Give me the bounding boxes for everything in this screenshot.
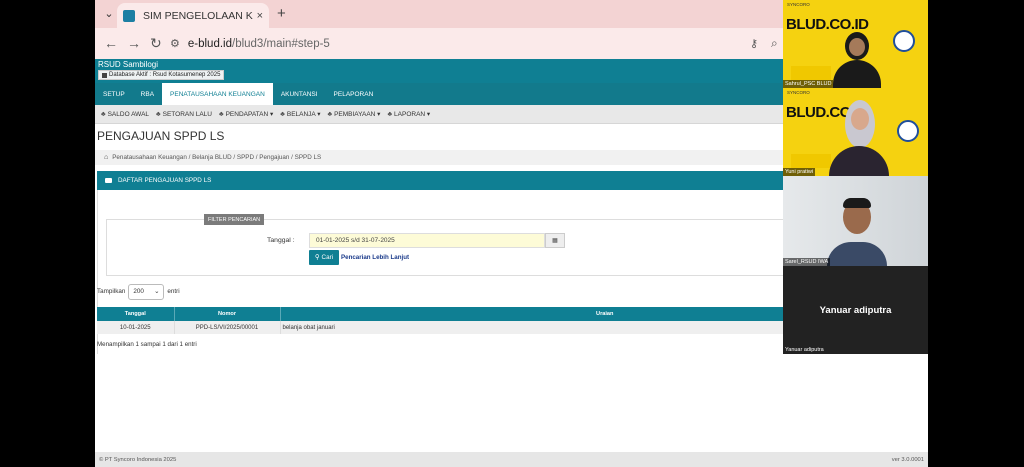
column-header-nomor[interactable]: Nomor bbox=[174, 307, 281, 321]
reload-button[interactable]: ↻ bbox=[150, 35, 162, 52]
tab-close-button[interactable]: × bbox=[257, 10, 263, 22]
participant-body bbox=[833, 60, 881, 88]
nav-penatausahaan-keuangan[interactable]: PENATAUSAHAAN KEUANGAN bbox=[162, 83, 273, 105]
search-icon: ⚲ bbox=[314, 254, 320, 261]
participant-face bbox=[851, 108, 869, 130]
subnav-pembiayaan[interactable]: ♣ PEMBIAYAAN ▾ bbox=[327, 110, 380, 119]
page-length-control: Tampilkan 200 ⌄ entri bbox=[97, 283, 180, 300]
participant-face bbox=[849, 38, 865, 56]
tile-topline: SYNCORO bbox=[787, 2, 810, 7]
video-tile-1[interactable]: SYNCORO BLUD.CO.ID Sahrul_PSC BLUD bbox=[783, 0, 928, 88]
app-title: RSUD Sambilogi bbox=[98, 60, 159, 69]
address-bar[interactable]: ⚙ e-blud.id/blud3/main#step-5 bbox=[170, 32, 790, 55]
footer-copyright: © PT Syncoro Indonesia 2025 bbox=[99, 456, 177, 463]
participant-hair bbox=[843, 198, 871, 208]
favicon-icon bbox=[123, 9, 135, 22]
nav-rba[interactable]: RBA bbox=[133, 83, 162, 105]
calendar-button[interactable]: ▦ bbox=[545, 233, 565, 248]
tab-search-button[interactable]: ⌄ bbox=[101, 7, 117, 21]
browser-tab[interactable]: SIM PENGELOLAAN KEUANGAN × bbox=[117, 3, 269, 28]
subnav-saldo-awal[interactable]: ♣ SALDO AWAL bbox=[101, 111, 149, 118]
nav-pelaporan[interactable]: PELAPORAN bbox=[326, 83, 382, 105]
advanced-search-link[interactable]: Pencarian Lebih Lanjut bbox=[341, 254, 409, 261]
video-tile-3[interactable]: Sarel_RSUD IWA bbox=[783, 176, 928, 266]
page-title: PENGAJUAN SPPD LS bbox=[97, 129, 225, 143]
cell-tanggal: 10-01-2025 bbox=[97, 321, 175, 334]
tab-title: SIM PENGELOLAAN KEUANGAN bbox=[143, 9, 253, 22]
cubes-icon: ♣ bbox=[327, 110, 333, 118]
participant-display-name: Yanuar adiputra bbox=[819, 304, 892, 316]
breadcrumb-text: Penatausahaan Keuangan / Belanja BLUD / … bbox=[112, 154, 322, 161]
footer-version: ver 3.0.0001 bbox=[891, 456, 924, 463]
badge-logo bbox=[897, 120, 919, 142]
nav-setup[interactable]: SETUP bbox=[95, 83, 133, 105]
tile-brand-logo: BLUD.CO.ID bbox=[786, 16, 869, 33]
chevron-down-icon: ⌄ bbox=[154, 288, 160, 295]
search-button[interactable]: ⚲ Cari bbox=[309, 250, 339, 265]
table-info: Menampilkan 1 sampai 1 dari 1 entri bbox=[97, 341, 197, 348]
column-header-tanggal[interactable]: Tanggal bbox=[97, 307, 175, 321]
back-button[interactable]: ← bbox=[104, 35, 118, 51]
panel-title: DAFTAR PENGAJUAN SPPD LS bbox=[118, 177, 212, 184]
new-tab-button[interactable]: + bbox=[277, 5, 286, 22]
app-footer: © PT Syncoro Indonesia 2025 ver 3.0.0001 bbox=[95, 452, 928, 467]
participant-name: Yuni pratiwi bbox=[783, 168, 816, 176]
participant-name: Yanuar adiputra bbox=[785, 347, 824, 353]
zoom-icon[interactable]: ⌕ bbox=[771, 36, 778, 51]
tanggal-label: Tanggal : bbox=[267, 237, 295, 244]
forward-button[interactable]: → bbox=[127, 35, 141, 51]
site-info-icon[interactable]: ⚙ bbox=[170, 37, 180, 50]
cubes-icon: ♣ bbox=[156, 110, 161, 118]
calendar-icon: ▦ bbox=[552, 238, 558, 244]
tile-sticker bbox=[791, 66, 831, 80]
home-icon[interactable]: ⌂ bbox=[104, 154, 108, 161]
page-length-select[interactable]: 200 ⌄ bbox=[128, 283, 165, 300]
cubes-icon: ♣ bbox=[218, 110, 224, 118]
filter-legend: FILTER PENCARIAN bbox=[204, 214, 265, 225]
tile-brand-logo: BLUD.CO bbox=[786, 104, 851, 121]
cubes-icon: ♣ bbox=[387, 110, 393, 118]
subnav-pendapatan[interactable]: ♣ PENDAPATAN ▾ bbox=[218, 110, 273, 119]
video-tile-2[interactable]: SYNCORO BLUD.CO Yuni pratiwi bbox=[783, 88, 928, 176]
nav-akuntansi[interactable]: AKUNTANSI bbox=[273, 83, 326, 105]
cubes-icon: ♣ bbox=[101, 110, 106, 118]
password-key-icon[interactable]: ⚷ bbox=[750, 37, 758, 50]
folder-open-icon bbox=[105, 178, 112, 183]
subnav-laporan[interactable]: ♣ LAPORAN ▾ bbox=[387, 110, 430, 119]
tile-sticker bbox=[791, 154, 831, 168]
subnav-belanja[interactable]: ♣ BELANJA ▾ bbox=[280, 110, 320, 119]
participant-body bbox=[829, 146, 889, 176]
badge-logo bbox=[893, 30, 915, 52]
participant-name: Sahrul_PSC BLUD bbox=[783, 80, 834, 88]
database-badge: Database Aktif : Rsud Kotasumenep 2025 bbox=[98, 70, 225, 80]
tanggal-range-input[interactable]: 01-01-2025 s/d 31-07-2025 bbox=[309, 233, 545, 248]
database-icon bbox=[102, 72, 107, 78]
cell-nomor: PPD-LS/VI/2025/00001 bbox=[174, 321, 281, 334]
video-tile-4[interactable]: Yanuar adiputra Yanuar adiputra bbox=[783, 266, 928, 354]
subnav-setoran-lalu[interactable]: ♣ SETORAN LALU bbox=[156, 111, 212, 118]
cubes-icon: ♣ bbox=[280, 110, 285, 118]
participant-name: Sarel_RSUD IWA bbox=[783, 258, 831, 266]
tile-topline: SYNCORO bbox=[787, 90, 810, 95]
url-text: e-blud.id/blud3/main#step-5 bbox=[187, 37, 330, 50]
